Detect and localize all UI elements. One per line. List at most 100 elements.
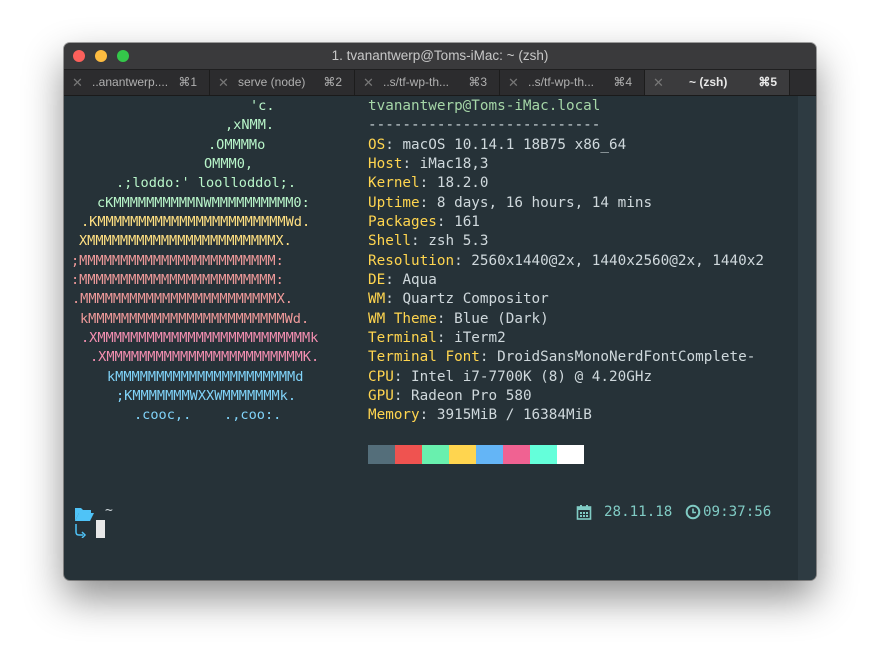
- logo-line: .MMMMMMMMMMMMMMMMMMMMMMMMX.: [72, 291, 293, 307]
- info-key: Resolution: [368, 253, 455, 269]
- scrollbar[interactable]: [798, 96, 816, 580]
- user-host: tvanantwerp@Toms-iMac.local: [368, 98, 601, 114]
- info-separator: :: [436, 311, 455, 327]
- info-value: Quartz Compositor: [402, 291, 549, 307]
- info-value: Blue (Dark): [454, 311, 549, 327]
- info-separator: :: [385, 291, 403, 307]
- info-value: DroidSansMonoNerdFontComplete-: [497, 349, 756, 365]
- info-separator: :: [419, 175, 437, 191]
- logo-line: ;MMMMMMMMMMMMMMMMMMMMMMMM:: [71, 253, 284, 269]
- logo-line: kMMMMMMMMMMMMMMMMMMMMMMMMWd.: [80, 311, 310, 327]
- info-row-os: OS: macOS 10.14.1 18B75 x86_64: [368, 136, 626, 155]
- info-key: Packages: [368, 214, 437, 230]
- info-row-shell: Shell: zsh 5.3: [368, 232, 489, 251]
- logo-line: OMMM0,: [204, 156, 254, 172]
- info-key: CPU: [368, 369, 394, 385]
- close-tab-icon[interactable]: ✕: [363, 70, 374, 95]
- tab-shortcut: ⌘1: [178, 75, 197, 89]
- tab-label: ..s/tf-wp-th...: [383, 75, 450, 89]
- calendar-icon: [576, 505, 592, 520]
- tab-shortcut: ⌘3: [468, 75, 487, 89]
- palette-swatch: [530, 445, 557, 464]
- info-value: 161: [454, 214, 480, 230]
- info-key: Terminal: [368, 330, 437, 346]
- prompt-date: 28.11.18: [604, 504, 673, 520]
- tab-2[interactable]: ✕ serve (node) ⌘2: [210, 70, 355, 95]
- info-row-gpu: GPU: Radeon Pro 580: [368, 387, 532, 406]
- tab-label: ~ (zsh): [689, 75, 728, 89]
- info-value: 2560x1440@2x, 1440x2560@2x, 1440x2: [471, 253, 764, 269]
- info-value: Intel i7-7700K (8) @ 4.20GHz: [411, 369, 653, 385]
- info-key: DE: [368, 272, 386, 288]
- info-value: Aqua: [402, 272, 437, 288]
- logo-line: :MMMMMMMMMMMMMMMMMMMMMMMM:: [71, 272, 284, 288]
- close-tab-icon[interactable]: ✕: [508, 70, 519, 95]
- info-separator: :: [385, 272, 403, 288]
- info-separator: :: [393, 369, 412, 385]
- close-tab-icon[interactable]: ✕: [218, 70, 229, 95]
- info-key: WM: [368, 291, 386, 307]
- info-value: Radeon Pro 580: [411, 388, 532, 404]
- title-bar[interactable]: 1. tvanantwerp@Toms-iMac: ~ (zsh): [64, 43, 816, 70]
- info-row-terminal-font: Terminal Font: DroidSansMonoNerdFontComp…: [368, 348, 755, 367]
- info-row-packages: Packages: 161: [368, 213, 480, 232]
- info-value: iMac18,3: [419, 156, 489, 172]
- logo-line: .;loddo:' loolloddol;.: [116, 175, 297, 191]
- info-separator: :: [436, 330, 455, 346]
- tab-4[interactable]: ✕ ..s/tf-wp-th... ⌘4: [500, 70, 645, 95]
- info-row-de: DE: Aqua: [368, 271, 437, 290]
- info-row-cpu: CPU: Intel i7-7700K (8) @ 4.20GHz: [368, 368, 652, 387]
- info-row-wm-theme: WM Theme: Blue (Dark): [368, 310, 549, 329]
- info-key: OS: [368, 137, 386, 153]
- palette-swatch: [368, 445, 395, 464]
- info-value: zsh 5.3: [428, 233, 489, 249]
- text-cursor[interactable]: [96, 520, 105, 538]
- info-row-memory: Memory: 3915MiB / 16384MiB: [368, 406, 592, 425]
- divider: ---------------------------: [368, 117, 601, 133]
- palette-swatch: [422, 445, 449, 464]
- info-row-terminal: Terminal: iTerm2: [368, 329, 506, 348]
- palette-swatch: [557, 445, 584, 464]
- tab-bar: ✕ ..anantwerp.... ⌘1 ✕ serve (node) ⌘2 ✕…: [64, 70, 816, 96]
- logo-line: XMMMMMMMMMMMMMMMMMMMMMMMX.: [79, 233, 292, 249]
- tab-1[interactable]: ✕ ..anantwerp.... ⌘1: [64, 70, 210, 95]
- info-separator: :: [393, 388, 412, 404]
- logo-line: ,xNMM.: [225, 117, 275, 133]
- info-key: GPU: [368, 388, 394, 404]
- palette-swatch: [395, 445, 422, 464]
- info-value: 8 days, 16 hours, 14 mins: [436, 195, 653, 211]
- tab-3[interactable]: ✕ ..s/tf-wp-th... ⌘3: [355, 70, 500, 95]
- close-tab-icon[interactable]: ✕: [72, 70, 83, 95]
- close-tab-icon[interactable]: ✕: [653, 70, 664, 95]
- logo-line: cKMMMMMMMMMMNWMMMMMMMMMM0:: [97, 195, 310, 211]
- info-value: 3915MiB / 16384MiB: [436, 407, 592, 423]
- palette-swatch: [449, 445, 476, 464]
- window-title: 1. tvanantwerp@Toms-iMac: ~ (zsh): [331, 48, 549, 63]
- info-row-uptime: Uptime: 8 days, 16 hours, 14 mins: [368, 194, 652, 213]
- logo-line: .KMMMMMMMMMMMMMMMMMMMMMMMWd.: [81, 214, 311, 230]
- terminal-window: 1. tvanantwerp@Toms-iMac: ~ (zsh) ✕ ..an…: [64, 43, 816, 580]
- clock-icon: [685, 504, 701, 520]
- info-value: 18.2.0: [436, 175, 489, 191]
- logo-line: .XMMMMMMMMMMMMMMMMMMMMMMMMK.: [90, 349, 320, 365]
- tab-label: ..anantwerp....: [92, 75, 169, 89]
- info-key: Kernel: [368, 175, 420, 191]
- logo-line: .XMMMMMMMMMMMMMMMMMMMMMMMMMMk: [81, 330, 319, 346]
- info-separator: :: [436, 214, 455, 230]
- tab-label: serve (node): [238, 75, 306, 89]
- logo-line: ;KMMMMMMMWXXWMMMMMMMk.: [116, 388, 297, 404]
- tab-5-active[interactable]: ✕ ~ (zsh) ⌘5: [645, 70, 790, 95]
- tab-shortcut: ⌘2: [323, 75, 342, 89]
- logo-line: kMMMMMMMMMMMMMMMMMMMMMMd: [107, 369, 304, 385]
- info-value: macOS 10.14.1 18B75 x86_64: [402, 137, 627, 153]
- prompt-time: 09:37:56: [703, 504, 772, 520]
- info-separator: :: [385, 137, 403, 153]
- tab-shortcut: ⌘5: [758, 75, 777, 89]
- palette-swatch: [476, 445, 503, 464]
- info-row-wm: WM: Quartz Compositor: [368, 290, 549, 309]
- info-separator: :: [419, 407, 437, 423]
- info-key: Uptime: [368, 195, 420, 211]
- info-separator: :: [479, 349, 498, 365]
- info-key: Host: [368, 156, 403, 172]
- info-key: Shell: [368, 233, 412, 249]
